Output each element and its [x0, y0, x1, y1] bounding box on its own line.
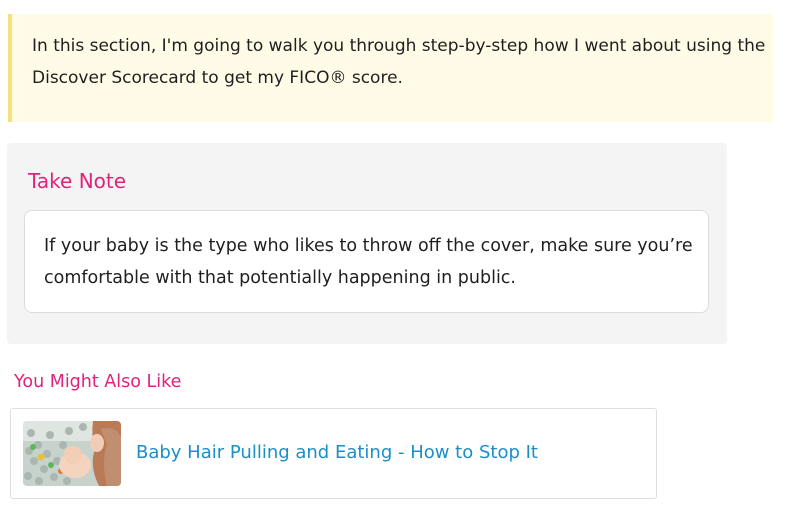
related-article-card[interactable]: Baby Hair Pulling and Eating - How to St… [10, 408, 657, 499]
baby-playing-thumbnail [23, 421, 121, 486]
article-content: In this section, I'm going to walk you t… [0, 0, 790, 518]
callout-text: In this section, I'm going to walk you t… [32, 36, 766, 88]
take-note-title: Take Note [28, 169, 127, 193]
article-thumbnail[interactable] [23, 421, 121, 486]
take-note-card: If your baby is the type who likes to th… [24, 210, 709, 313]
related-heading: You Might Also Like [14, 372, 182, 392]
take-note-text: If your baby is the type who likes to th… [44, 236, 693, 288]
related-article-link[interactable]: Baby Hair Pulling and Eating - How to St… [136, 442, 538, 463]
take-note-box: Take Note If your baby is the type who l… [7, 143, 727, 344]
highlight-callout: In this section, I'm going to walk you t… [8, 14, 773, 122]
